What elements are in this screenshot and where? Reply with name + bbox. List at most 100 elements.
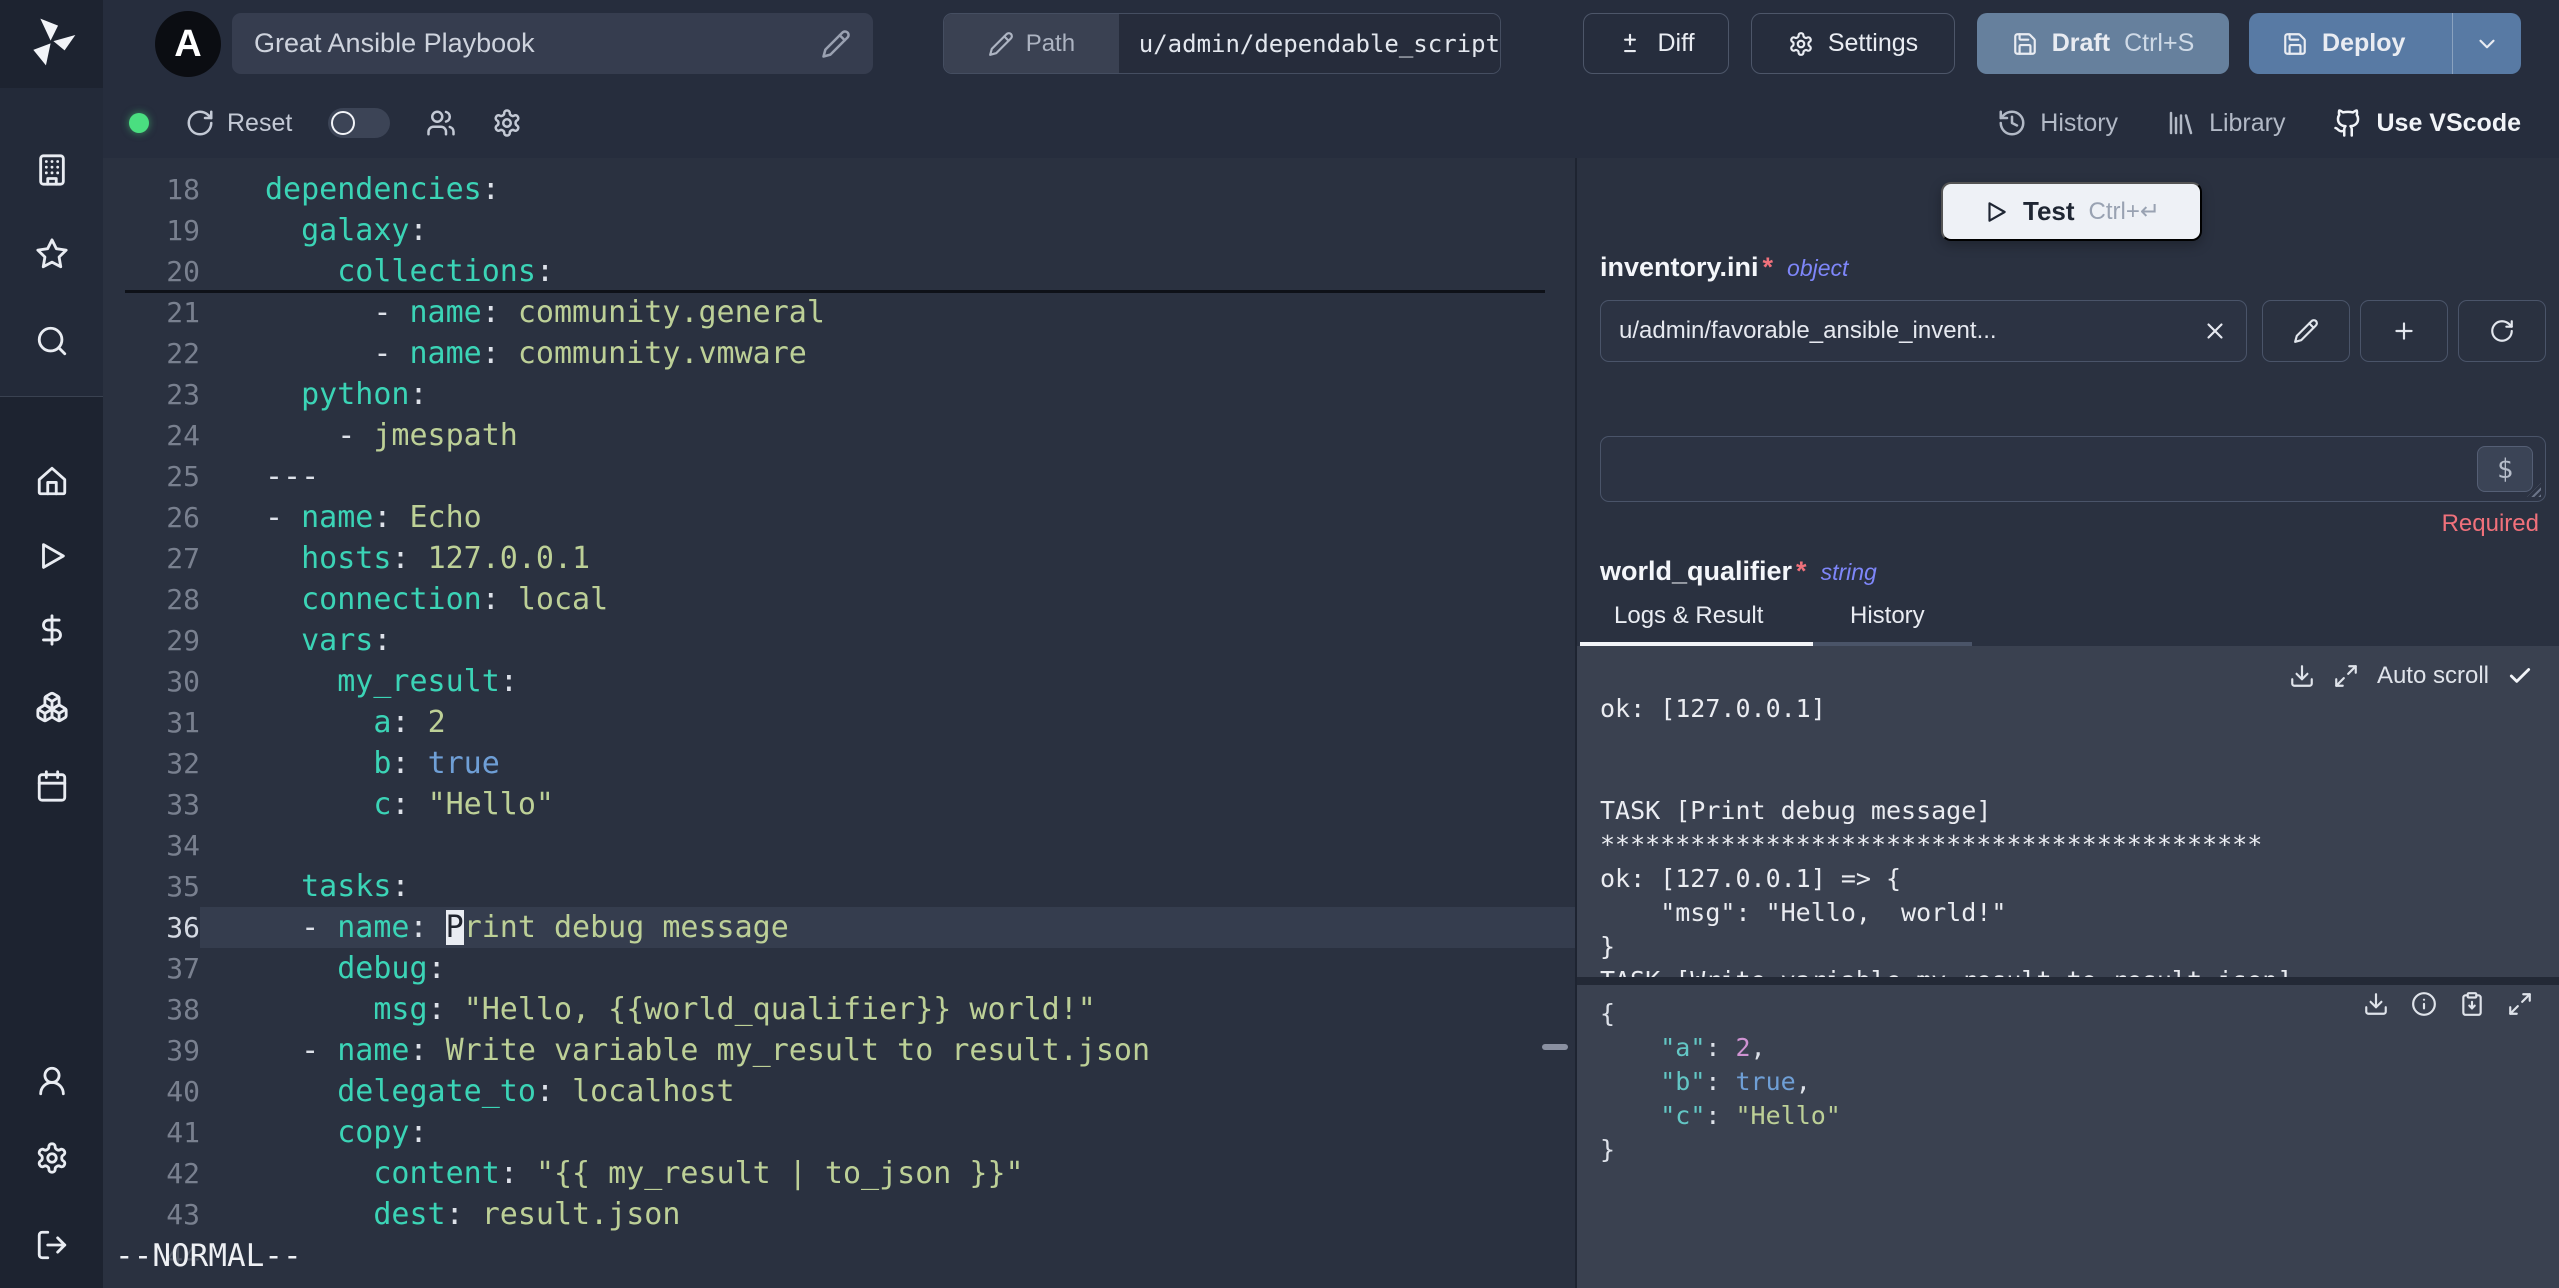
expand-logs-button[interactable] [2333, 663, 2359, 689]
editor-line[interactable]: 23 python: [103, 374, 1575, 415]
play-icon [1983, 199, 2009, 225]
editor-line[interactable]: 31 a: 2 [103, 702, 1575, 743]
editor-line[interactable]: 24 - jmespath [103, 415, 1575, 456]
edit-title-pencil-icon[interactable] [821, 29, 851, 59]
editor-line[interactable]: 38 msg: "Hello, {{world_qualifier}} worl… [103, 989, 1575, 1030]
download-logs-button[interactable] [2289, 663, 2315, 689]
expand-icon [2333, 663, 2359, 689]
field-label-inventory: inventory.ini * object [1600, 252, 1848, 283]
code-lines: 18 dependencies: 19 galaxy: 20 collections:… [103, 169, 1575, 1276]
sidebar-item-account[interactable] [35, 1064, 69, 1098]
refresh-resource-button[interactable] [2458, 300, 2546, 362]
library-label: Library [2209, 108, 2286, 137]
path-edit-button[interactable]: Path [944, 14, 1119, 73]
log-output[interactable]: ok: [127.0.0.1] TASK [Print debug messag… [1577, 646, 2559, 977]
use-vscode-button[interactable]: Use VScode [2333, 108, 2521, 138]
editor-line[interactable]: 32 b: true [103, 743, 1575, 784]
sidebar-item-variables[interactable] [35, 613, 69, 647]
editor-line[interactable]: 19 galaxy: [103, 210, 1575, 251]
editor-line[interactable]: 28 connection: local [103, 579, 1575, 620]
diff-mode-toggle[interactable] [328, 108, 391, 138]
editor-line[interactable]: 29 vars: [103, 620, 1575, 661]
editor-line[interactable]: 41 copy: [103, 1112, 1575, 1153]
sidebar-item-resources[interactable] [35, 690, 69, 724]
script-title-input[interactable]: Great Ansible Playbook [232, 13, 873, 74]
editor-line[interactable]: 27 hosts: 127.0.0.1 [103, 538, 1575, 579]
settings-button[interactable]: Settings [1751, 13, 1955, 74]
windmill-logo-icon[interactable] [24, 14, 80, 70]
sidebar-item-home[interactable] [35, 464, 69, 498]
log-clipped-line: ok: [127.0.0.1] [1600, 694, 1826, 723]
reset-button[interactable]: Reset [185, 108, 292, 138]
editor-line[interactable]: 25 --- [103, 456, 1575, 497]
sidebar-item-settings[interactable] [35, 1141, 69, 1175]
editor-line[interactable]: 20 collections: [103, 251, 1575, 292]
clipboard-icon [2459, 991, 2485, 1017]
diff-icon [1617, 31, 1643, 57]
editor-line[interactable]: 33 c: "Hello" [103, 784, 1575, 825]
diff-button[interactable]: Diff [1583, 13, 1729, 74]
editor-line[interactable]: 30 my_result: [103, 661, 1575, 702]
editor-line[interactable]: 18 dependencies: [103, 169, 1575, 210]
editor-line[interactable]: 21 - name: community.general [103, 292, 1575, 333]
clear-resource-button[interactable] [2202, 318, 2228, 344]
history-button[interactable]: History [1997, 108, 2118, 138]
gear-icon [1788, 31, 1814, 57]
result-info-button[interactable] [2411, 991, 2437, 1017]
sidebar-item-favorites[interactable] [35, 237, 69, 271]
test-label: Test [2023, 196, 2075, 226]
vim-mode-indicator: --NORMAL-- [115, 1238, 302, 1274]
inventory-resource-input[interactable]: u/admin/favorable_ansible_invent... [1600, 300, 2247, 362]
tab-history[interactable]: History [1850, 602, 1925, 630]
save-icon [2282, 31, 2308, 57]
editor-line[interactable]: 36 - name: Print debug message [103, 907, 1575, 948]
editor-line[interactable]: 42 content: "{{ my_result | to_json }}" [103, 1153, 1575, 1194]
editor-line[interactable]: 40 delegate_to: localhost [103, 1071, 1575, 1112]
editor-line[interactable]: 22 - name: community.vmware [103, 333, 1575, 374]
path-value: u/admin/dependable_script [1118, 14, 1500, 73]
insert-variable-button[interactable]: $ [2477, 446, 2533, 492]
sidebar [0, 0, 103, 1288]
editor-line[interactable]: 34 [103, 825, 1575, 866]
deploy-button[interactable]: Deploy [2249, 13, 2438, 74]
result-json: { "a": 2, "b": true, "c": "Hello"} [1600, 999, 1841, 1164]
sidebar-item-workspace[interactable] [35, 153, 69, 187]
edit-resource-button[interactable] [2262, 300, 2350, 362]
editor-line[interactable]: 39 - name: Write variable my_result to r… [103, 1030, 1575, 1071]
editor-scrollbar-marker[interactable] [1542, 1044, 1568, 1050]
editor-line[interactable]: 35 tasks: [103, 866, 1575, 907]
copy-result-button[interactable] [2459, 991, 2485, 1017]
sidebar-item-runs[interactable] [35, 539, 69, 573]
draft-button[interactable]: Draft Ctrl+S [1977, 13, 2229, 74]
autoscroll-checkbox[interactable] [2507, 663, 2533, 689]
log-result-divider[interactable] [1577, 977, 2559, 985]
topbar: A Great Ansible Playbook Path u/admin/de… [103, 0, 2559, 88]
library-icon [2166, 108, 2196, 138]
add-resource-button[interactable] [2360, 300, 2448, 362]
world-qualifier-input[interactable]: $ [1600, 436, 2546, 502]
library-button[interactable]: Library [2166, 108, 2285, 138]
editor-toolbar: Reset History Library Use VScode [103, 88, 2559, 158]
logout-icon[interactable] [35, 1228, 69, 1262]
result-viewer: { "a": 2, "b": true, "c": "Hello"} [1577, 985, 2559, 1288]
download-result-button[interactable] [2363, 991, 2389, 1017]
sidebar-item-schedules[interactable] [35, 769, 69, 803]
search-icon[interactable] [35, 324, 69, 358]
deploy-options-button[interactable] [2452, 13, 2521, 74]
reset-label: Reset [227, 108, 293, 137]
editor-line[interactable]: 26- name: Echo [103, 497, 1575, 538]
path-control[interactable]: Path u/admin/dependable_script [943, 13, 1501, 74]
path-label: Path [1025, 29, 1076, 57]
code-editor[interactable]: 18 dependencies: 19 galaxy: 20 collections:… [103, 158, 1575, 1288]
editor-line[interactable]: 37 debug: [103, 948, 1575, 989]
expand-result-button[interactable] [2507, 991, 2533, 1017]
editor-line[interactable]: 43 dest: result.json [103, 1194, 1575, 1235]
editor-line[interactable]: 44 [103, 1235, 1575, 1276]
test-button[interactable]: Test Ctrl+↵ [1941, 182, 2202, 241]
tab-logs-result[interactable]: Logs & Result [1614, 602, 1763, 630]
editor-settings-button[interactable] [492, 108, 522, 138]
collaborators-button[interactable] [426, 108, 456, 138]
users-icon [426, 108, 456, 138]
log-text: ok: [127.0.0.1] TASK [Print debug messag… [1600, 646, 2559, 977]
validation-error: Required [2441, 510, 2539, 537]
